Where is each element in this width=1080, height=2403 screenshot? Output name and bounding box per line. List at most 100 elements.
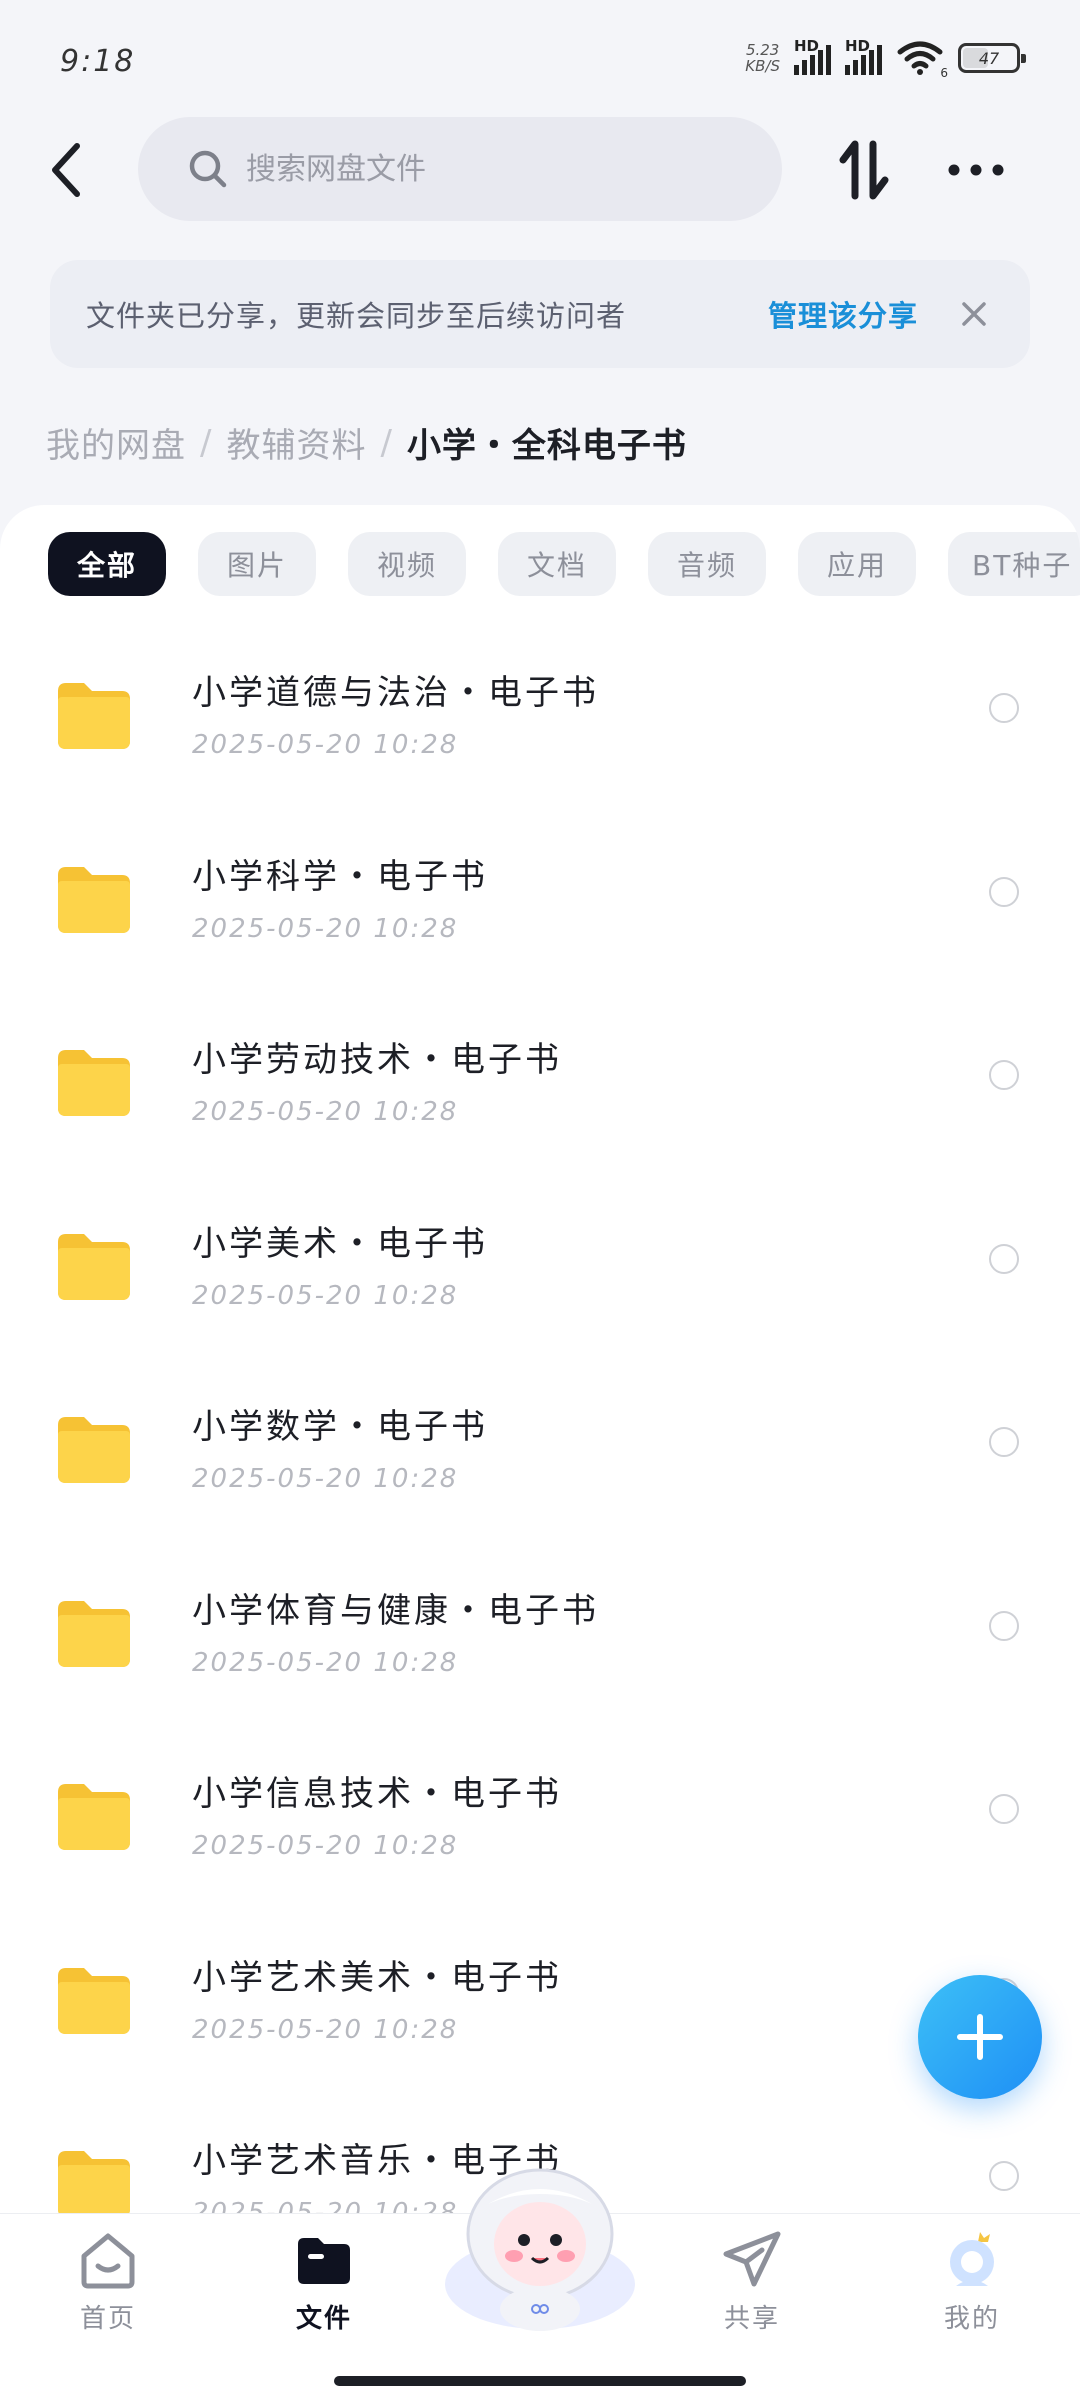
file-row[interactable]: 小学信息技术・电子书 2025-05-20 10:28 bbox=[0, 1736, 1080, 1920]
file-row[interactable]: 小学道德与法治・电子书 2025-05-20 10:28 bbox=[0, 635, 1080, 819]
back-arrow-icon bbox=[52, 143, 80, 197]
paper-plane-icon bbox=[723, 2231, 781, 2287]
folder-icon bbox=[54, 863, 134, 935]
tab-mine-label: 我的 bbox=[943, 2304, 1000, 2334]
tab-share-label: 共享 bbox=[723, 2304, 780, 2334]
file-row[interactable]: 小学数学・电子书 2025-05-20 10:28 bbox=[0, 1369, 1080, 1553]
close-icon bbox=[962, 302, 986, 326]
file-row[interactable]: 小学体育与健康・电子书 2025-05-20 10:28 bbox=[0, 1553, 1080, 1737]
file-name: 小学信息技术・电子书 bbox=[192, 1774, 562, 1814]
plus-icon bbox=[957, 2014, 1003, 2060]
file-date: 2025-05-20 10:28 bbox=[192, 1831, 459, 1861]
filter-chips: 全部 图片 视频 文档 音频 应用 BT种子 bbox=[48, 532, 1080, 596]
mascot-assistant-button[interactable] bbox=[440, 2164, 640, 2334]
filter-chip-bt[interactable]: BT种子 bbox=[948, 532, 1080, 596]
battery-level: 47 bbox=[978, 48, 1000, 68]
folder-icon bbox=[54, 1964, 134, 2036]
filter-chip-apps[interactable]: 应用 bbox=[798, 532, 916, 596]
folder-tab-icon bbox=[298, 2238, 350, 2284]
file-name: 小学劳动技术・电子书 bbox=[192, 1040, 562, 1080]
file-name: 小学美术・电子书 bbox=[192, 1223, 488, 1264]
status-icons: 5.23 KB/S HD HD 6 47 bbox=[745, 37, 1026, 80]
breadcrumb-current: 小学・全科电子书 bbox=[406, 426, 687, 466]
select-checkbox[interactable] bbox=[989, 876, 1019, 907]
tab-files[interactable]: 文件 bbox=[254, 2230, 394, 2335]
tab-home-label: 首页 bbox=[79, 2304, 136, 2334]
file-date: 2025-05-20 10:28 bbox=[192, 2014, 459, 2045]
file-date: 2025-05-20 10:28 bbox=[192, 1280, 459, 1311]
select-checkbox[interactable] bbox=[989, 1427, 1019, 1457]
folder-icon bbox=[54, 1780, 134, 1852]
filter-chip-videos[interactable]: 视频 bbox=[348, 532, 466, 596]
mascot-icon bbox=[445, 2168, 635, 2331]
tab-mine[interactable]: 我的 bbox=[902, 2230, 1042, 2335]
folder-icon bbox=[54, 1046, 134, 1118]
bottom-tab-bar: 首页 文件 共享 我的 bbox=[0, 2168, 1080, 2403]
home-icon bbox=[81, 2233, 135, 2289]
file-name: 小学道德与法治・电子书 bbox=[192, 673, 599, 713]
search-input[interactable] bbox=[246, 151, 726, 187]
select-checkbox[interactable] bbox=[989, 2161, 1019, 2191]
sort-arrows-icon bbox=[839, 140, 889, 200]
folder-icon bbox=[54, 1597, 134, 1669]
tab-files-label: 文件 bbox=[295, 2304, 352, 2334]
tab-home[interactable]: 首页 bbox=[38, 2230, 178, 2335]
search-icon bbox=[189, 150, 227, 188]
select-checkbox[interactable] bbox=[989, 1060, 1019, 1090]
signal-icon-2: HD bbox=[845, 37, 882, 75]
back-button[interactable] bbox=[36, 137, 96, 203]
select-checkbox[interactable] bbox=[989, 1794, 1019, 1824]
file-name: 小学数学・电子书 bbox=[192, 1407, 488, 1447]
breadcrumb-item-root[interactable]: 我的网盘 bbox=[46, 418, 186, 467]
search-bar[interactable] bbox=[138, 117, 782, 221]
filter-chip-images[interactable]: 图片 bbox=[198, 532, 316, 596]
manage-share-link[interactable]: 管理该分享 bbox=[768, 293, 918, 335]
banner-close-button[interactable] bbox=[954, 294, 994, 334]
breadcrumb-separator: / bbox=[380, 422, 393, 463]
file-row[interactable]: 小学科学・电子书 2025-05-20 10:28 bbox=[0, 819, 1080, 1003]
top-bar bbox=[0, 115, 1080, 225]
battery-icon: 47 bbox=[958, 43, 1026, 73]
breadcrumb: 我的网盘 / 教辅资料 / 小学・全科电子书 bbox=[46, 418, 687, 467]
signal-hd-label: HD bbox=[794, 37, 820, 55]
sort-button[interactable] bbox=[834, 137, 894, 203]
network-speed-value: 5.23 bbox=[745, 41, 780, 59]
more-options-button[interactable] bbox=[946, 143, 1006, 197]
file-date: 2025-05-20 10:28 bbox=[192, 730, 459, 760]
folder-icon bbox=[54, 2147, 134, 2215]
breadcrumb-item-parent[interactable]: 教辅资料 bbox=[226, 418, 366, 467]
profile-icon bbox=[950, 2232, 994, 2286]
wifi-icon: 6 bbox=[896, 40, 948, 80]
signal-hd-label-2: HD bbox=[845, 37, 871, 55]
file-name: 小学艺术美术・电子书 bbox=[192, 1957, 562, 1998]
file-list-panel: 全部 图片 视频 文档 音频 应用 BT种子 小学道德与法治・电子书 2025-0… bbox=[0, 505, 1080, 2215]
file-date: 2025-05-20 10:28 bbox=[192, 913, 459, 944]
select-checkbox[interactable] bbox=[989, 1243, 1019, 1274]
file-row[interactable]: 小学艺术美术・电子书 2025-05-20 10:28 bbox=[0, 1920, 1080, 2104]
filter-chip-audio[interactable]: 音频 bbox=[648, 532, 766, 596]
add-button[interactable] bbox=[918, 1975, 1042, 2099]
network-speed: 5.23 KB/S bbox=[745, 42, 780, 74]
filter-chip-documents[interactable]: 文档 bbox=[498, 532, 616, 596]
file-list: 小学道德与法治・电子书 2025-05-20 10:28 小学科学・电子书 2025-… bbox=[0, 635, 1080, 2215]
more-dots-icon bbox=[948, 164, 1004, 176]
file-date: 2025-05-20 10:28 bbox=[192, 1097, 459, 1127]
file-row[interactable]: 小学美术・电子书 2025-05-20 10:28 bbox=[0, 1186, 1080, 1370]
filter-chip-all[interactable]: 全部 bbox=[48, 532, 166, 596]
file-name: 小学科学・电子书 bbox=[192, 856, 488, 897]
status-time: 9:18 bbox=[60, 44, 136, 79]
share-notice-text: 文件夹已分享，更新会同步至后续访问者 bbox=[86, 299, 627, 333]
file-name: 小学体育与健康・电子书 bbox=[192, 1590, 599, 1631]
tab-share[interactable]: 共享 bbox=[682, 2230, 822, 2335]
share-notice-banner: 文件夹已分享，更新会同步至后续访问者 管理该分享 bbox=[50, 260, 1030, 368]
select-checkbox[interactable] bbox=[989, 693, 1019, 723]
file-date: 2025-05-20 10:28 bbox=[192, 1647, 459, 1678]
wifi-sub-label: 6 bbox=[940, 66, 948, 80]
folder-icon bbox=[54, 1413, 134, 1485]
file-date: 2025-05-20 10:28 bbox=[192, 1464, 459, 1494]
home-indicator bbox=[334, 2376, 746, 2386]
status-bar: 9:18 5.23 KB/S HD HD 6 47 bbox=[0, 0, 1080, 120]
folder-icon bbox=[54, 1230, 134, 1302]
select-checkbox[interactable] bbox=[989, 1610, 1019, 1641]
file-row[interactable]: 小学劳动技术・电子书 2025-05-20 10:28 bbox=[0, 1002, 1080, 1186]
